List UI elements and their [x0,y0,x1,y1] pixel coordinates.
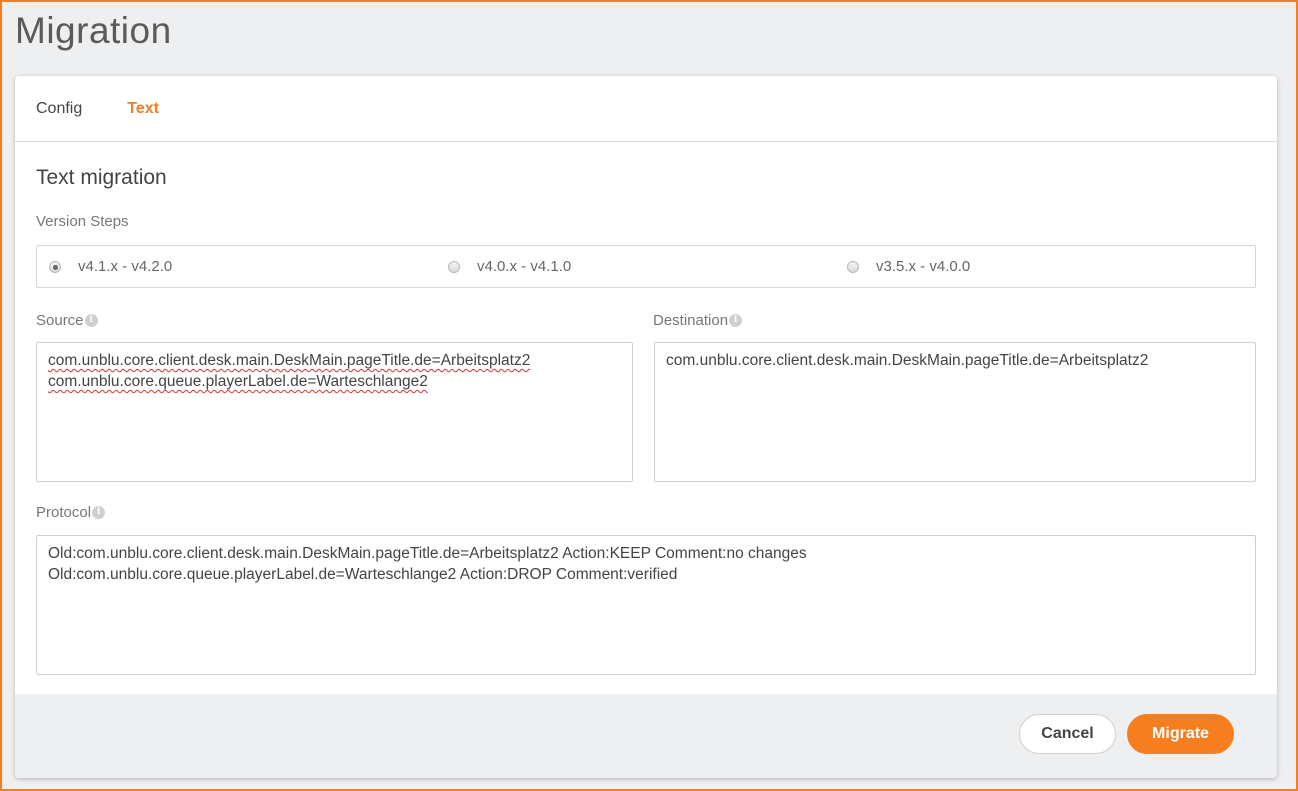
source-label-text: Source [36,312,84,329]
destination-line: com.unblu.core.client.desk.main.DeskMain… [666,352,1149,369]
cancel-button[interactable]: Cancel [1019,714,1116,754]
radio-checked-icon[interactable] [49,260,61,273]
version-steps-label: Version Steps [36,213,129,230]
radio-unchecked-icon[interactable] [847,260,859,273]
destination-textarea[interactable]: com.unblu.core.client.desk.main.DeskMain… [654,342,1256,482]
migrate-button[interactable]: Migrate [1127,714,1234,754]
version-steps-radio-group: v4.1.x - v4.2.0 v4.0.x - v4.1.0 v3.5.x -… [36,245,1256,288]
info-icon[interactable]: i [729,314,743,327]
radio-v4-0-to-v4-1[interactable]: v4.0.x - v4.1.0 [448,246,571,287]
protocol-label: Protocol i [36,504,106,521]
info-icon[interactable]: i [92,506,106,519]
radio-v4-1-to-v4-2[interactable]: v4.1.x - v4.2.0 [49,246,172,287]
protocol-label-text: Protocol [36,504,92,521]
info-icon[interactable]: i [84,314,98,327]
protocol-line: Old:com.unblu.core.client.desk.main.Desk… [48,545,807,562]
dialog-footer: Cancel Migrate [15,694,1277,778]
tab-text[interactable]: Text [127,100,159,118]
destination-label-text: Destination [653,312,729,329]
radio-label: v4.1.x - v4.2.0 [78,258,173,275]
protocol-line: Old:com.unblu.core.queue.playerLabel.de=… [48,566,678,583]
version-steps-label-text: Version Steps [36,213,129,230]
section-title: Text migration [36,166,167,189]
radio-label: v3.5.x - v4.0.0 [876,258,971,275]
radio-label: v4.0.x - v4.1.0 [477,258,572,275]
destination-label: Destination i [653,312,743,329]
migration-panel: Config Text Text migration Version Steps… [15,76,1277,778]
protocol-textarea[interactable]: Old:com.unblu.core.client.desk.main.Desk… [36,535,1256,675]
tab-bar: Config Text [15,76,1277,142]
source-line: com.unblu.core.queue.playerLabel.de=Wart… [48,373,428,390]
source-label: Source i [36,312,98,329]
tab-config[interactable]: Config [36,100,82,118]
page-title: Migration [15,10,172,51]
radio-v3-5-to-v4-0[interactable]: v3.5.x - v4.0.0 [847,246,970,287]
source-line: com.unblu.core.client.desk.main.DeskMain… [48,352,531,369]
source-textarea[interactable]: com.unblu.core.client.desk.main.DeskMain… [36,342,633,482]
radio-unchecked-icon[interactable] [448,260,460,273]
